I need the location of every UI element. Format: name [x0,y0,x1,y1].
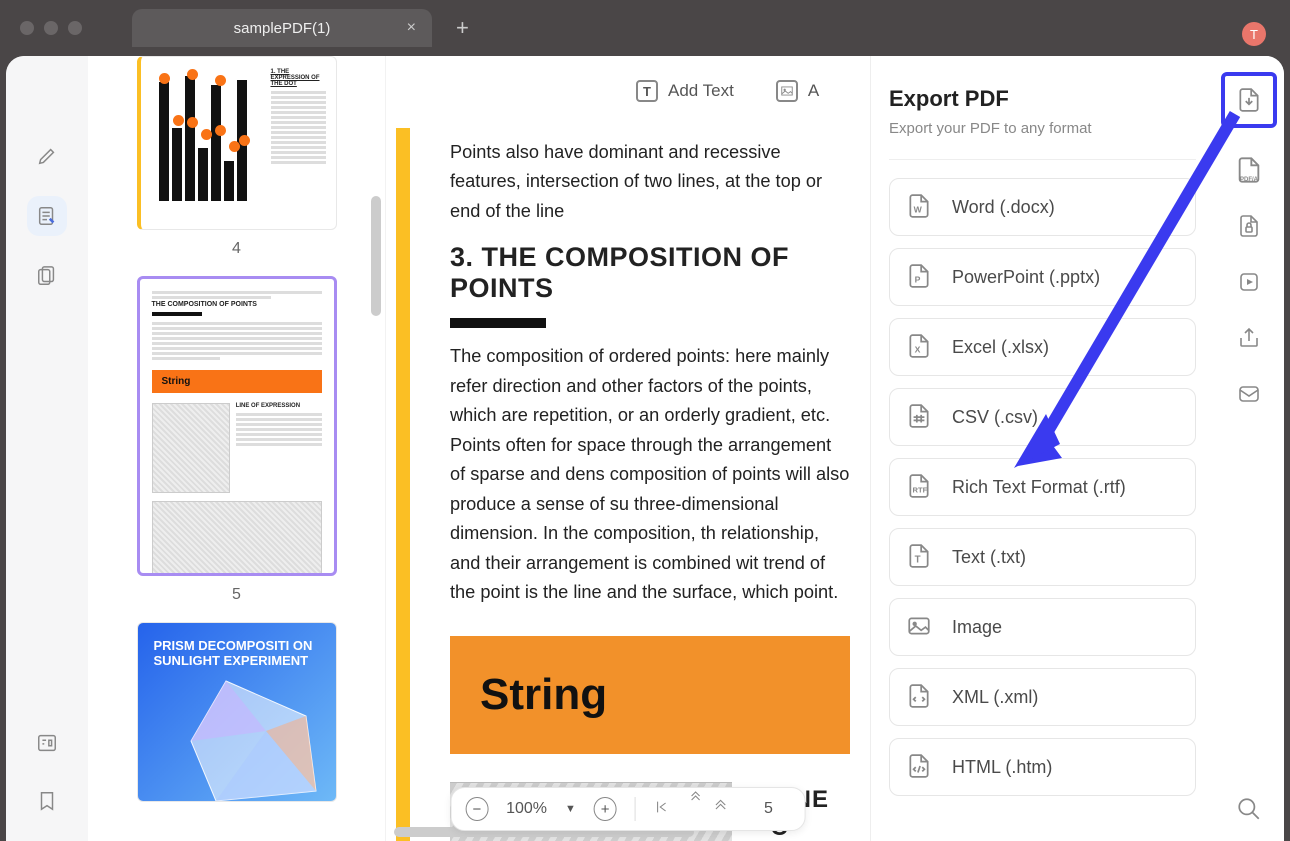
string-label: String [480,670,607,719]
export-format-txt[interactable]: T Text (.txt) [889,528,1196,586]
thumb5-string: String [152,370,322,393]
first-page-icon[interactable] [653,799,669,820]
thumbnail-panel: 1. THE EXPRESSION OF THE DOT 4 THE COMPO… [88,56,386,841]
csv-icon [906,403,934,431]
prev-page-icon2[interactable] [712,799,728,820]
add-text-label: Add Text [668,81,734,101]
svg-text:X: X [915,345,921,355]
thumbnail-page-6[interactable]: PRISM DECOMPOSITI ON SUNLIGHT EXPERIMENT [137,622,337,802]
export-panel: Export PDF Export your PDF to any format… [870,56,1214,841]
highlighter-icon[interactable] [27,136,67,176]
share-icon[interactable] [1235,324,1263,352]
form-field-icon[interactable] [27,723,67,763]
img-icon [906,613,934,641]
heading-underline [450,318,546,328]
export-format-label: Image [952,617,1002,638]
bookmark-icon[interactable] [27,781,67,821]
thumbnail-scrollbar[interactable] [371,196,381,316]
annotations-icon[interactable] [27,196,67,236]
thumb4-heading: 1. THE EXPRESSION OF THE DOT [271,69,326,87]
export-title: Export PDF [889,86,1196,112]
export-format-label: XML (.xml) [952,687,1038,708]
avatar-letter: T [1250,27,1258,42]
export-format-label: Text (.txt) [952,547,1026,568]
maximize-window-button[interactable] [68,21,82,35]
doc-heading: 3. THE COMPOSITION OF POINTS [450,242,850,304]
doc-paragraph: Points also have dominant and recessive … [450,138,850,226]
export-format-label: HTML (.htm) [952,757,1052,778]
thumbnail-number: 5 [232,586,241,604]
pages-icon[interactable] [27,256,67,296]
export-subtitle: Export your PDF to any format [889,120,1196,137]
media-pdf-icon[interactable] [1235,268,1263,296]
export-format-csv[interactable]: CSV (.csv) [889,388,1196,446]
svg-text:P: P [915,275,921,285]
export-tool-button[interactable] [1221,72,1277,128]
thumbnail-number: 4 [232,240,241,258]
export-format-ppt[interactable]: P PowerPoint (.pptx) [889,248,1196,306]
tab-title: samplePDF(1) [234,20,331,37]
tab-document[interactable]: samplePDF(1) × [132,9,432,47]
txt-icon: T [906,543,934,571]
left-tool-rail [6,56,88,841]
new-tab-button[interactable]: + [456,15,469,41]
text-icon: T [636,80,658,102]
divider [889,159,1196,160]
svg-text:T: T [915,555,921,566]
thumbnail-page-4[interactable]: 1. THE EXPRESSION OF THE DOT [137,56,337,230]
close-tab-icon[interactable]: × [407,19,416,37]
right-tool-rail: PDF/A [1214,56,1284,841]
document-viewer: T Add Text A Points also have dominant a… [386,56,870,841]
export-format-rtf[interactable]: RTF Rich Text Format (.rtf) [889,458,1196,516]
export-format-xml[interactable]: XML (.xml) [889,668,1196,726]
zoom-dropdown-icon[interactable]: ▼ [565,803,576,815]
xls-icon: X [906,333,934,361]
doc-paragraph: The composition of ordered points: here … [450,342,850,607]
image-icon [776,80,798,102]
html-icon [906,753,934,781]
zoom-level: 100% [506,800,547,818]
export-format-xls[interactable]: X Excel (.xlsx) [889,318,1196,376]
edit-toolbar: T Add Text A [636,80,819,102]
export-format-html[interactable]: HTML (.htm) [889,738,1196,796]
add-image-label: A [808,81,819,101]
zoom-out-button[interactable]: − [466,797,489,821]
export-format-label: Word (.docx) [952,197,1055,218]
word-icon: W [906,193,934,221]
search-icon[interactable] [1235,795,1263,823]
avatar[interactable]: T [1242,22,1266,46]
prev-page-icon[interactable] [687,790,706,829]
mail-icon[interactable] [1235,380,1263,408]
xml-icon [906,683,934,711]
close-window-button[interactable] [20,21,34,35]
add-text-button[interactable]: T Add Text [636,80,734,102]
thumbnail-page-5[interactable]: THE COMPOSITION OF POINTS String LINE OF… [137,276,337,576]
string-block: String [450,636,850,754]
export-format-label: Excel (.xlsx) [952,337,1049,358]
export-format-label: PowerPoint (.pptx) [952,267,1100,288]
zoom-in-button[interactable]: + [594,797,617,821]
zoom-bar: − 100% ▼ + [451,787,806,831]
pdfa-icon[interactable]: PDF/A [1235,156,1263,184]
export-format-word[interactable]: W Word (.docx) [889,178,1196,236]
export-format-label: Rich Text Format (.rtf) [952,477,1126,498]
divider [634,797,635,821]
secure-pdf-icon[interactable] [1235,212,1263,240]
svg-text:RTF: RTF [913,486,928,495]
minimize-window-button[interactable] [44,21,58,35]
title-bar: samplePDF(1) × + T [0,0,1290,56]
page-number-input[interactable] [746,800,790,818]
svg-text:W: W [914,205,923,215]
page-content[interactable]: Points also have dominant and recessive … [396,128,870,841]
export-format-label: CSV (.csv) [952,407,1038,428]
add-image-button[interactable]: A [776,80,819,102]
ppt-icon: P [906,263,934,291]
rtf-icon: RTF [906,473,934,501]
export-format-img[interactable]: Image [889,598,1196,656]
window-controls [20,21,82,35]
